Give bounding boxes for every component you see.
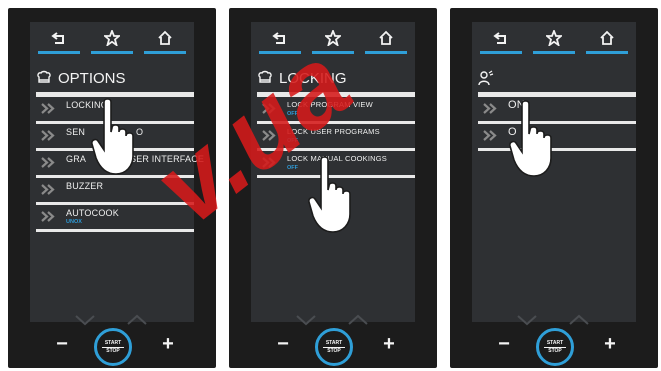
menu-item-value: UNOX <box>66 219 82 225</box>
page-title-bar <box>478 65 636 94</box>
back-button[interactable] <box>36 22 82 54</box>
top-navigation <box>30 22 194 58</box>
oven-panel-on-off: ON O − START STOP + <box>450 8 658 368</box>
star-icon <box>104 30 120 46</box>
chevrons-icon <box>41 184 55 195</box>
user-lock-icon <box>478 70 494 86</box>
start-stop-button[interactable]: START STOP <box>315 328 353 366</box>
menu-item-label: AUTOCOOK <box>66 208 119 218</box>
chevron-up-icon[interactable] <box>347 314 369 326</box>
chevrons-icon <box>483 130 497 141</box>
stop-label: STOP <box>327 347 341 354</box>
star-icon <box>546 30 562 46</box>
pointing-hand-icon <box>308 156 351 233</box>
chevron-up-icon[interactable] <box>568 314 590 326</box>
favorites-button[interactable] <box>89 22 135 54</box>
home-button[interactable] <box>142 22 188 54</box>
chevron-down-icon[interactable] <box>295 314 317 326</box>
star-icon <box>325 30 341 46</box>
minus-button[interactable]: − <box>52 334 72 354</box>
chevrons-icon <box>41 157 55 168</box>
menu-item-label: SEN <box>66 127 86 137</box>
home-button[interactable] <box>584 22 630 54</box>
plus-button[interactable]: + <box>158 334 178 354</box>
start-label: START <box>325 339 343 346</box>
page-title-bar: OPTIONS <box>36 65 194 94</box>
start-label: START <box>104 339 122 346</box>
minus-button[interactable]: − <box>494 334 514 354</box>
bottom-controls: − START STOP + <box>450 326 658 368</box>
chevrons-icon <box>41 211 55 222</box>
start-stop-button[interactable]: START STOP <box>536 328 574 366</box>
pointing-hand-icon <box>91 98 134 175</box>
home-icon <box>600 30 614 45</box>
plus-button[interactable]: + <box>600 334 620 354</box>
bottom-controls: − START STOP + <box>8 326 216 368</box>
chef-hat-icon <box>37 70 51 83</box>
minus-button[interactable]: − <box>273 334 293 354</box>
home-icon <box>158 30 172 45</box>
bottom-controls: − START STOP + <box>229 326 437 368</box>
menu-item-label: GRA <box>66 154 87 164</box>
stop-label: STOP <box>548 347 562 354</box>
home-button[interactable] <box>363 22 409 54</box>
start-stop-button[interactable]: START STOP <box>94 328 132 366</box>
favorites-button[interactable] <box>531 22 577 54</box>
chevrons-icon <box>483 103 497 114</box>
page-title: OPTIONS <box>58 69 126 87</box>
plus-button[interactable]: + <box>379 334 399 354</box>
chevron-down-icon[interactable] <box>74 314 96 326</box>
home-icon <box>379 30 393 45</box>
top-navigation <box>472 22 636 58</box>
chevrons-icon <box>41 130 55 141</box>
chevron-up-icon[interactable] <box>126 314 148 326</box>
chevron-down-icon[interactable] <box>516 314 538 326</box>
menu-item-autocook[interactable]: AUTOCOOK UNOX <box>36 202 194 229</box>
pointing-hand-icon <box>509 100 552 177</box>
back-button[interactable] <box>478 22 524 54</box>
chevrons-icon <box>41 103 55 114</box>
back-arrow-icon <box>493 32 506 44</box>
menu-divider <box>36 229 194 232</box>
stop-label: STOP <box>106 347 120 354</box>
back-arrow-icon <box>51 32 64 44</box>
menu-item-label: BUZZER <box>66 181 104 191</box>
start-label: START <box>546 339 564 346</box>
